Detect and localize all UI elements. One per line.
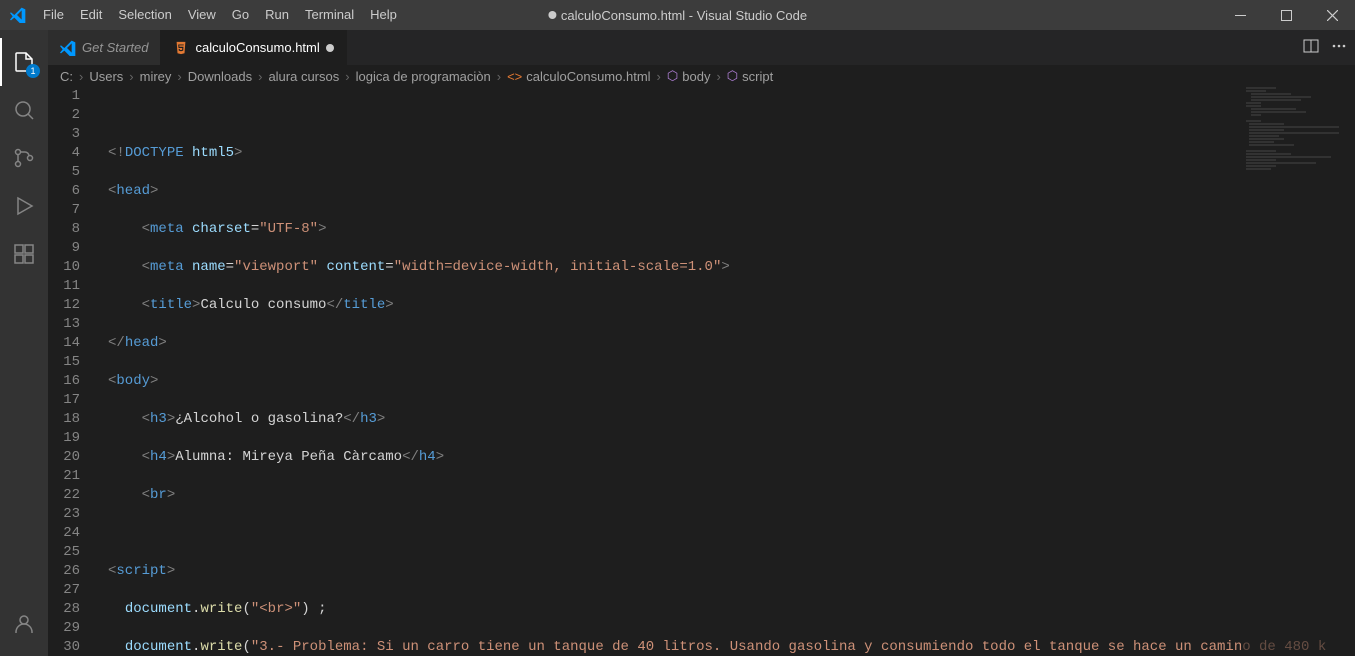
line-number: 14 <box>48 334 80 353</box>
menu-terminal[interactable]: Terminal <box>297 0 362 30</box>
more-actions-icon[interactable] <box>1331 38 1347 57</box>
close-button[interactable] <box>1309 0 1355 30</box>
tab-get-started[interactable]: Get Started <box>48 30 161 65</box>
line-number: 18 <box>48 410 80 429</box>
activity-accounts[interactable] <box>0 600 48 648</box>
titlebar: File Edit Selection View Go Run Terminal… <box>0 0 1355 30</box>
vscode-logo-icon <box>0 7 35 23</box>
tab-label: Get Started <box>82 40 148 55</box>
line-number: 25 <box>48 543 80 562</box>
explorer-badge: 1 <box>26 64 40 78</box>
menu-go[interactable]: Go <box>224 0 257 30</box>
chevron-right-icon: › <box>129 69 133 84</box>
split-editor-icon[interactable] <box>1303 38 1319 57</box>
menu-run[interactable]: Run <box>257 0 297 30</box>
line-number: 10 <box>48 258 80 277</box>
code-content[interactable]: <!DOCTYPE html5> <head> <meta charset="U… <box>98 87 1355 656</box>
activity-extensions[interactable] <box>0 230 48 278</box>
chevron-right-icon: › <box>177 69 181 84</box>
crumb[interactable]: <> calculoConsumo.html <box>507 69 650 84</box>
crumb[interactable]: Downloads <box>188 69 252 84</box>
chevron-right-icon: › <box>345 69 349 84</box>
line-number: 26 <box>48 562 80 581</box>
chevron-right-icon: › <box>258 69 262 84</box>
line-number: 28 <box>48 600 80 619</box>
line-number: 11 <box>48 277 80 296</box>
line-number: 2 <box>48 106 80 125</box>
line-number: 6 <box>48 182 80 201</box>
activity-source-control[interactable] <box>0 134 48 182</box>
line-number: 13 <box>48 315 80 334</box>
line-number: 24 <box>48 524 80 543</box>
chevron-right-icon: › <box>497 69 501 84</box>
menu-edit[interactable]: Edit <box>72 0 110 30</box>
menu-help[interactable]: Help <box>362 0 405 30</box>
activity-bar: 1 <box>0 30 48 656</box>
line-numbers: 1 2 3 4 5 6 7 8 9 10 11 12 13 14 15 16 1… <box>48 87 98 656</box>
line-number: 4 <box>48 144 80 163</box>
line-number: 7 <box>48 201 80 220</box>
html-file-icon <box>173 40 189 56</box>
chevron-right-icon: › <box>657 69 661 84</box>
line-number: 17 <box>48 391 80 410</box>
symbol-icon: ⬡ <box>727 68 738 84</box>
line-number: 30 <box>48 638 80 656</box>
maximize-button[interactable] <box>1263 0 1309 30</box>
line-number: 22 <box>48 486 80 505</box>
line-number: 5 <box>48 163 80 182</box>
vscode-icon <box>60 40 76 56</box>
line-number: 1 <box>48 87 80 106</box>
crumb[interactable]: logica de programaciòn <box>356 69 491 84</box>
tab-dirty-icon <box>326 44 334 52</box>
line-number: 20 <box>48 448 80 467</box>
line-number: 21 <box>48 467 80 486</box>
tab-label: calculoConsumo.html <box>195 40 319 55</box>
tab-actions <box>1295 30 1355 65</box>
line-number: 15 <box>48 353 80 372</box>
minimize-button[interactable] <box>1217 0 1263 30</box>
line-number: 19 <box>48 429 80 448</box>
line-number: 16 <box>48 372 80 391</box>
line-number: 3 <box>48 125 80 144</box>
chevron-right-icon: › <box>79 69 83 84</box>
crumb[interactable]: alura cursos <box>268 69 339 84</box>
code-editor[interactable]: 1 2 3 4 5 6 7 8 9 10 11 12 13 14 15 16 1… <box>48 87 1355 656</box>
window-title: calculoConsumo.html - Visual Studio Code <box>548 8 807 23</box>
line-number: 29 <box>48 619 80 638</box>
menu-view[interactable]: View <box>180 0 224 30</box>
line-number: 8 <box>48 220 80 239</box>
modified-dot-icon <box>548 11 556 19</box>
activity-run-debug[interactable] <box>0 182 48 230</box>
tab-current-file[interactable]: calculoConsumo.html <box>161 30 346 65</box>
window-controls <box>1217 0 1355 30</box>
html-file-icon: <> <box>507 69 522 84</box>
window-title-text: calculoConsumo.html - Visual Studio Code <box>561 8 807 23</box>
tabs-bar: Get Started calculoConsumo.html <box>48 30 1355 65</box>
crumb[interactable]: C: <box>60 69 73 84</box>
chevron-right-icon: › <box>716 69 720 84</box>
crumb[interactable]: ⬡ script <box>727 68 773 84</box>
activity-search[interactable] <box>0 86 48 134</box>
crumb[interactable]: mirey <box>140 69 172 84</box>
menu-bar: File Edit Selection View Go Run Terminal… <box>35 0 405 30</box>
line-number: 27 <box>48 581 80 600</box>
breadcrumbs[interactable]: C: › Users › mirey › Downloads › alura curso… <box>48 65 1355 87</box>
editor-area: Get Started calculoConsumo.html C: › User… <box>48 30 1355 656</box>
crumb[interactable]: Users <box>89 69 123 84</box>
menu-file[interactable]: File <box>35 0 72 30</box>
activity-explorer[interactable]: 1 <box>0 38 48 86</box>
crumb[interactable]: ⬡ body <box>667 68 711 84</box>
line-number: 12 <box>48 296 80 315</box>
symbol-icon: ⬡ <box>667 68 678 84</box>
line-number: 9 <box>48 239 80 258</box>
menu-selection[interactable]: Selection <box>110 0 179 30</box>
line-number: 23 <box>48 505 80 524</box>
